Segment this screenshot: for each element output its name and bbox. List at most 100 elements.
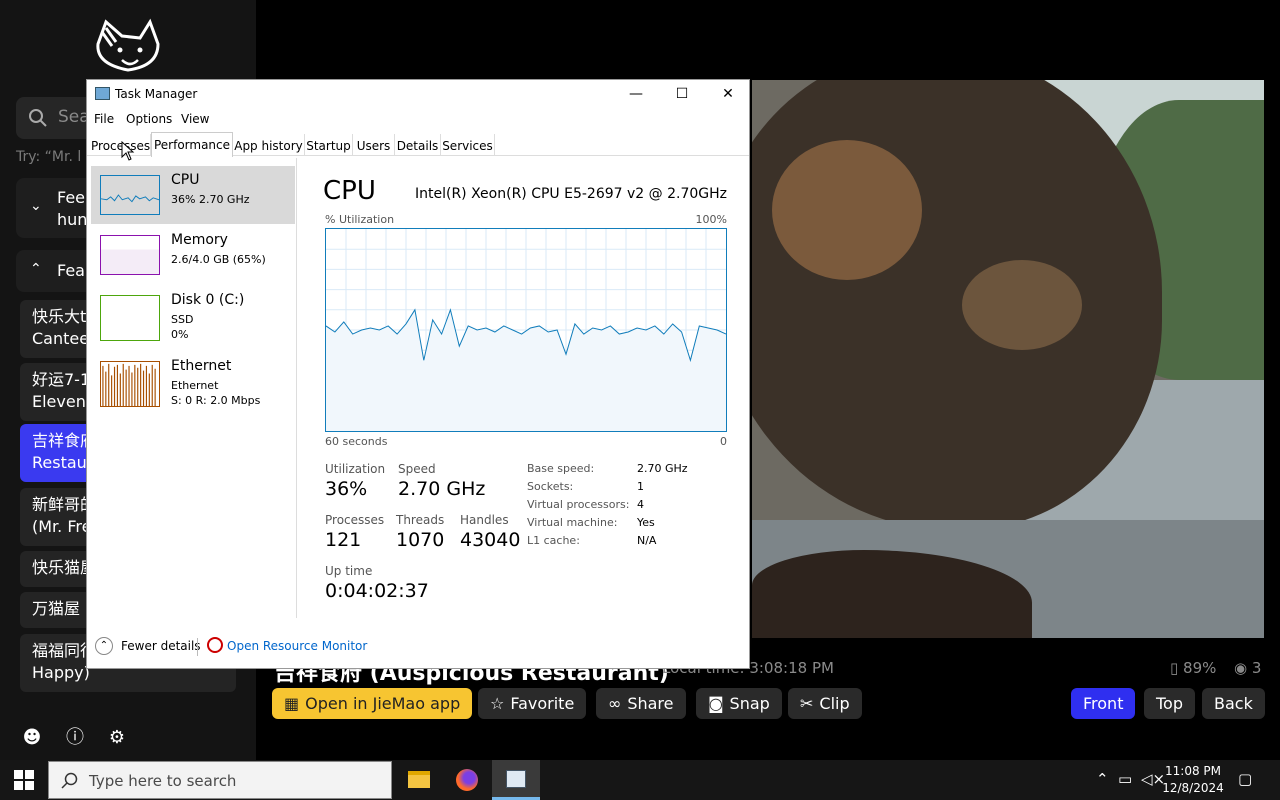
folder-icon (408, 771, 430, 788)
detail-key: Base speed: (527, 462, 595, 475)
open-app-button[interactable]: ▦ Open in JieMao app (272, 688, 473, 719)
window-title: Task Manager (115, 87, 198, 101)
tab-users[interactable]: Users (353, 134, 395, 156)
button-label: Snap (729, 694, 770, 713)
zero-axis-label: 0 (720, 435, 727, 448)
tab-startup[interactable]: Startup (305, 134, 353, 156)
resource-disk[interactable]: Disk 0 (C:) SSD 0% (91, 286, 295, 344)
file-explorer-taskbar-icon[interactable] (395, 760, 443, 800)
resource-detail-line: 0% (171, 328, 189, 341)
resource-memory[interactable]: Memory 2.6/4.0 GB (65%) (91, 226, 295, 284)
button-label: Share (627, 694, 674, 713)
resource-detail-line: 2.6/4.0 GB (65%) (171, 253, 266, 266)
resource-detail: 36% 2.70 GHz (171, 192, 250, 207)
task-manager-taskbar-icon[interactable] (492, 760, 540, 800)
resource-detail-line: Ethernet (171, 379, 219, 392)
resource-detail-line: S: 0 R: 2.0 Mbps (171, 394, 261, 407)
menu-options[interactable]: Options (126, 112, 172, 126)
eye-icon: ◉ (1234, 659, 1252, 677)
resource-ethernet[interactable]: Ethernet Ethernet S: 0 R: 2.0 Mbps (91, 352, 295, 410)
cpu-model: Intel(R) Xeon(R) CPU E5-2697 v2 @ 2.70GH… (415, 186, 727, 202)
camera-video[interactable] (752, 80, 1264, 638)
tab-details[interactable]: Details (395, 134, 441, 156)
button-label: Back (1214, 694, 1253, 713)
clock-date: 12/8/2024 (1162, 781, 1224, 795)
view-back-button[interactable]: Back (1202, 688, 1265, 719)
time-axis-label: 60 seconds (325, 435, 388, 448)
handles-label: Handles (460, 513, 509, 527)
qr-code-icon: ▦ (284, 694, 300, 713)
resource-detail: SSD 0% (171, 312, 193, 342)
detail-value: N/A (637, 534, 657, 547)
cat-logo-icon[interactable] (92, 18, 164, 76)
system-clock[interactable]: 11:08 PM 12/8/2024 (1160, 763, 1226, 797)
firefox-taskbar-icon[interactable] (443, 760, 491, 800)
resource-detail: 2.6/4.0 GB (65%) (171, 252, 266, 267)
info-icon[interactable]: ⓘ (61, 724, 89, 752)
cpu-utilization-graph (325, 228, 727, 432)
tab-performance[interactable]: Performance (151, 132, 233, 157)
divider (197, 638, 198, 656)
clip-button[interactable]: ✂ Clip (788, 688, 862, 719)
network-icon[interactable]: ▭ (1118, 770, 1132, 788)
taskbar-search-placeholder: Type here to search (89, 772, 237, 790)
maximize-button[interactable]: ☐ (659, 80, 705, 108)
bottom-bar: ⌃ Fewer details Open Resource Monitor (87, 634, 749, 668)
search-placeholder: Sea (58, 107, 90, 127)
resource-cpu[interactable]: CPU 36% 2.70 GHz (91, 166, 295, 224)
resource-detail-line: SSD (171, 313, 194, 326)
minimize-button[interactable]: — (613, 80, 659, 108)
uptime-value: 0:04:02:37 (325, 580, 429, 602)
detail-value: 4 (637, 498, 644, 511)
button-label: Front (1083, 694, 1124, 713)
fewer-details-link[interactable]: Fewer details (121, 639, 201, 653)
resource-name: Ethernet (171, 358, 232, 374)
processes-label: Processes (325, 513, 385, 527)
title-bar[interactable]: Task Manager — ☐ ✕ (87, 80, 749, 108)
resource-name: CPU (171, 172, 200, 188)
settings-icon[interactable]: ⚙ (103, 724, 131, 752)
notifications-icon[interactable]: ▢ (1238, 770, 1252, 788)
tab-app-history[interactable]: App history (233, 134, 305, 156)
windows-start-icon[interactable] (14, 770, 34, 790)
button-label: Open in JieMao app (305, 694, 461, 713)
viewer-value: 3 (1251, 659, 1262, 677)
chevron-up-icon[interactable]: ⌃ (95, 637, 113, 655)
memory-thumbnail-graph (100, 235, 160, 275)
max-axis-label: 100% (695, 213, 727, 226)
battery-icon: ▯ (1170, 659, 1184, 677)
utilization-value: 36% (325, 478, 368, 500)
close-button[interactable]: ✕ (705, 80, 751, 108)
task-manager-icon (95, 87, 110, 100)
disk-thumbnail-graph (100, 295, 160, 341)
battery-status: ▯ 89% (1170, 659, 1216, 677)
detail-key: Virtual machine: (527, 516, 618, 529)
perf-heading: CPU (323, 176, 376, 206)
tab-bar: Processes Performance App history Startu… (87, 132, 749, 157)
favorite-button[interactable]: ☆ Favorite (478, 688, 587, 719)
resource-name: Disk 0 (C:) (171, 292, 245, 308)
view-top-button[interactable]: Top (1144, 688, 1195, 719)
tray-chevron-icon[interactable]: ⌃ (1096, 770, 1109, 788)
detail-value: 2.70 GHz (637, 462, 688, 475)
menu-file[interactable]: File (94, 112, 114, 126)
share-button[interactable]: ∞ Share (596, 688, 686, 719)
star-icon: ☆ (490, 694, 505, 713)
resource-name: Memory (171, 232, 228, 248)
snap-button[interactable]: ◙ Snap (696, 688, 782, 719)
threads-value: 1070 (396, 529, 445, 551)
tab-services[interactable]: Services (441, 134, 495, 156)
resource-list: CPU 36% 2.70 GHz Memory 2.6/4.0 GB (65%)… (87, 158, 297, 618)
menu-view[interactable]: View (181, 112, 209, 126)
taskbar-search-input[interactable]: Type here to search (48, 761, 392, 799)
viewer-count: ◉ 3 (1234, 659, 1261, 677)
view-front-button[interactable]: Front (1071, 688, 1136, 719)
speed-value: 2.70 GHz (398, 478, 486, 500)
video-cat-patch (772, 140, 922, 280)
button-label: Clip (819, 694, 850, 713)
discord-icon[interactable]: ☻ (18, 724, 46, 752)
task-manager-window[interactable]: Task Manager — ☐ ✕ File Options View Pro… (86, 79, 750, 669)
cpu-thumbnail-graph (100, 175, 160, 215)
mouse-cursor-icon (121, 141, 135, 161)
open-resource-monitor-link[interactable]: Open Resource Monitor (227, 639, 367, 653)
